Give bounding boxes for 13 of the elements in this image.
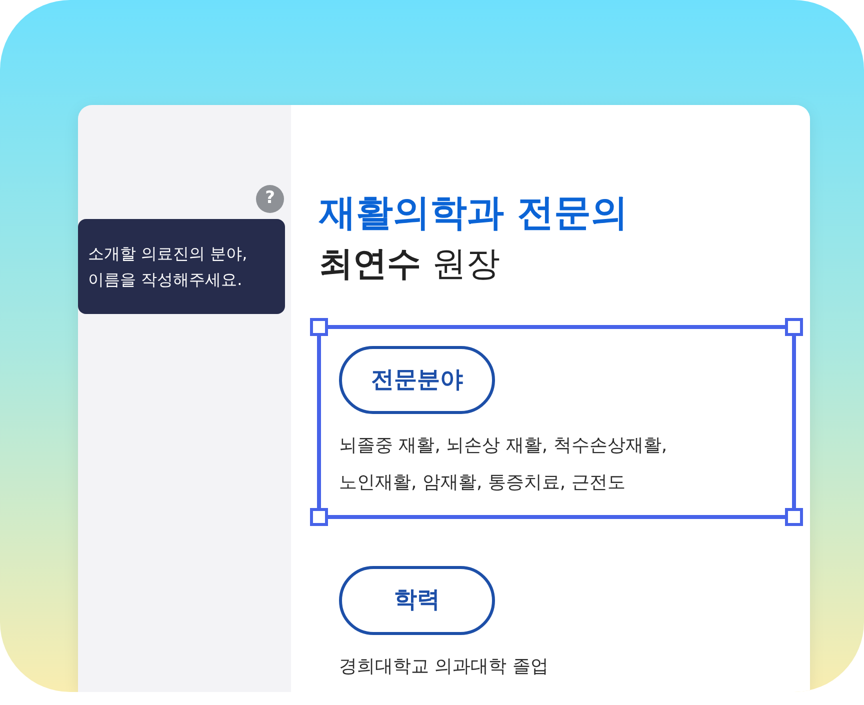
section-label: 전문분야 — [339, 346, 495, 414]
tooltip: 소개할 의료진의 분야, 이름을 작성해주세요. — [78, 219, 285, 314]
resize-handle[interactable] — [785, 318, 803, 336]
doctor-name: 최연수 원장 — [319, 242, 501, 286]
section-text: 뇌졸중 재활, 뇌손상 재활, 척수손상재활, 노인재활, 암재활, 통증치료, 근전도 — [339, 434, 668, 496]
department-title: 재활의학과 전문의 — [319, 190, 629, 236]
section-block[interactable]: 학력 경희대학교 의과대학 졸업 — [310, 538, 803, 692]
resize-handle[interactable] — [785, 508, 803, 526]
resize-handle[interactable] — [310, 508, 328, 526]
section-text: 경희대학교 의과대학 졸업 — [339, 654, 550, 679]
section-label: 학력 — [339, 566, 495, 635]
selection-frame[interactable]: 전문분야 뇌졸중 재활, 뇌손상 재활, 척수손상재활, 노인재활, 암재활, 통증치료, 근전도 — [310, 318, 803, 526]
resize-handle[interactable] — [310, 318, 328, 336]
